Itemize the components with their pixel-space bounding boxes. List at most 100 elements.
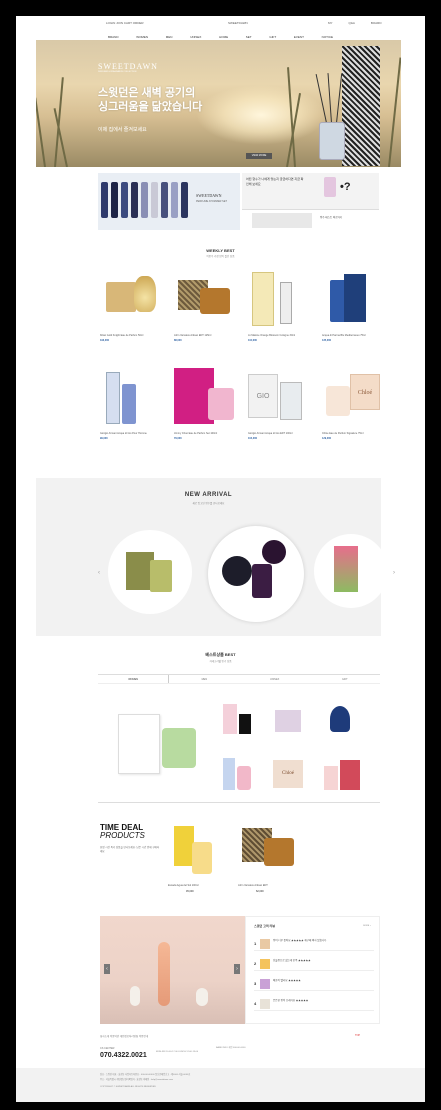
product-image[interactable] (174, 268, 244, 330)
best-pick-item[interactable]: Chloé (271, 756, 311, 792)
best-pick-item[interactable] (221, 756, 255, 792)
product-name[interactable]: Jo Malone Orange Blossom Cologne 30ml (248, 334, 318, 337)
product-card[interactable]: GIO Giorgio Armani Acqua di Gio EDT 100m… (248, 366, 318, 440)
new-arrival-item[interactable] (208, 526, 304, 622)
slide-prev-icon[interactable]: ‹ (104, 964, 110, 974)
review-more-link[interactable]: MORE + (363, 925, 371, 927)
product-name[interactable]: Giorgio Armani Acqua di Gio Pour Homme (100, 432, 170, 435)
hero-headline-line: 스윗던은 새벽 공기의 (98, 87, 196, 99)
product-name[interactable]: John Varvatos Artisan EDT 125ml (174, 334, 244, 337)
best-pick-feature-image[interactable] (116, 706, 196, 780)
product-image[interactable] (322, 268, 392, 330)
product-price: 193,000 (100, 339, 110, 343)
product-image[interactable] (174, 366, 244, 428)
footer-bank: BANK INFO 국민 000-00-0000 (216, 1047, 246, 1049)
promo-quiz-link[interactable]: 향수 테스트 바로가기 (320, 216, 342, 220)
product-card[interactable]: John Varvatos Artisan EDT 125ml 88,000 (174, 268, 244, 342)
utility-link[interactable]: MY (328, 21, 333, 25)
review-rank: 4 (254, 1001, 257, 1006)
review-thumb (260, 939, 270, 949)
tab-gift[interactable]: GIFT (310, 675, 380, 683)
product-image[interactable]: Chloé (322, 366, 392, 428)
back-to-top-link[interactable]: TOP (355, 1034, 360, 1037)
new-arrival-title: NEW ARRIVAL (184, 492, 233, 498)
section-title-best-pick: 베스트상품 BEST (205, 652, 236, 657)
time-deal-product-image[interactable] (168, 824, 228, 878)
time-deal-product-price: 62,000 (256, 890, 264, 893)
carousel-prev-icon[interactable]: ‹ (98, 570, 100, 576)
product-name[interactable]: Kilian Gold Knight Eau de Parfum 50ml (100, 334, 170, 337)
slide-next-icon[interactable]: › (234, 964, 240, 974)
product-image[interactable] (100, 268, 170, 330)
product-card[interactable]: Chloé Chloe Eau de Parfum Signature 75ml… (322, 366, 392, 440)
product-name[interactable]: Jimmy Choo Eau de Parfum Set 100ml (174, 432, 244, 435)
product-image[interactable] (248, 268, 318, 330)
utility-link[interactable]: Q&A (349, 21, 355, 25)
review-text[interactable]: 배송이 빨라요 ★★★★★ (273, 979, 368, 982)
hero-grass (388, 57, 401, 167)
footer-links[interactable]: 회사소개 이용약관 개인정보처리방침 이용안내 (100, 1034, 148, 1038)
tab-men[interactable]: MEN (169, 675, 239, 683)
new-arrival-section: NEW ARRIVAL 새로 입고된 향수를 만나보세요 ‹ › (36, 478, 395, 636)
review-thumb (260, 959, 270, 969)
hero-grass (36, 97, 46, 167)
section-sub-best-pick: 카테고리별 인기 상품 (209, 660, 232, 663)
review-text[interactable]: 은은한 향이 오래가요 ★★★★★ (273, 999, 368, 1002)
review-rank: 1 (254, 941, 257, 946)
product-card[interactable]: Giorgio Armani Acqua di Gio Pour Homme 9… (100, 366, 170, 440)
time-deal-product-image[interactable] (238, 824, 300, 878)
utility-link[interactable]: BOARD (371, 21, 382, 25)
product-image[interactable] (100, 366, 170, 428)
tab-unisex[interactable]: UNISEX (240, 675, 310, 683)
hero-banner[interactable]: SWEETDAWN DIFFUSER & FRAGRANCE COLLECTIO… (36, 40, 401, 167)
review-rank: 2 (254, 961, 257, 966)
product-card[interactable]: Jimmy Choo Eau de Parfum Set 100ml 79,00… (174, 366, 244, 440)
perfume-bottle-image (324, 177, 336, 197)
atomizer-vials-image (101, 182, 188, 218)
product-card[interactable]: Kilian Gold Knight Eau de Parfum 50ml 19… (100, 268, 170, 342)
new-arrival-item[interactable] (108, 530, 192, 614)
new-arrival-item[interactable] (314, 534, 388, 608)
review-list: 스윗던 고객 리뷰 MORE + 1 향이 너무 좋아요 ★★★★★ 재구매 의… (245, 916, 380, 1024)
best-pick-item[interactable] (221, 702, 255, 736)
time-deal-title: TIME DEAL PRODUCTS (100, 824, 145, 840)
review-row[interactable]: 2 선물용으로 샀는데 만족 ★★★★★ (254, 957, 374, 971)
time-deal-product-name[interactable]: Escada Agua del Sol 100ml (168, 884, 228, 887)
product-name[interactable]: Chloe Eau de Parfum Signature 75ml (322, 432, 392, 435)
review-row[interactable]: 3 배송이 빨라요 ★★★★★ (254, 977, 374, 991)
review-row[interactable]: 4 은은한 향이 오래가요 ★★★★★ (254, 997, 374, 1011)
product-price: 79,000 (174, 437, 182, 441)
section-divider (98, 802, 380, 803)
promo-banner-quiz[interactable]: 어떤 향수가 나에게 맞는지 궁금하다면 지금 확인해 보세요 •? 향수 테스… (242, 173, 379, 230)
product-price: 104,000 (248, 437, 258, 441)
review-text[interactable]: 선물용으로 샀는데 만족 ★★★★★ (273, 959, 368, 962)
product-price: 129,000 (322, 437, 332, 441)
hero-brand-sub: DIFFUSER & FRAGRANCE COLLECTION (98, 71, 137, 73)
product-name[interactable]: Acqua di Parma Blu Mediterraneo 75ml (322, 334, 392, 337)
promo-banner-atomizer[interactable]: SWEETDAWN PERFUME ATOMIZER SET (98, 173, 240, 230)
review-row[interactable]: 1 향이 너무 좋아요 ★★★★★ 재구매 의사 있습니다 (254, 937, 374, 951)
footer-hours: MON-FRI 10:00-17:00 LUNCH 12:00-13:00 (156, 1051, 199, 1053)
best-pick-item[interactable] (322, 756, 362, 792)
product-card[interactable]: Jo Malone Orange Blossom Cologne 30ml 11… (248, 268, 318, 342)
best-pick-item[interactable] (322, 702, 356, 736)
section-title-best: WEEKLY BEST (206, 248, 235, 253)
product-image[interactable]: GIO (248, 366, 318, 428)
product-card[interactable]: Acqua di Parma Blu Mediterraneo 75ml 135… (322, 268, 392, 342)
diffuser-stick (327, 73, 332, 124)
product-name[interactable]: Giorgio Armani Acqua di Gio EDT 100ml (248, 432, 318, 435)
new-arrival-sub: 새로 입고된 향수를 만나보세요 (192, 502, 225, 505)
tab-women[interactable]: WOMEN (98, 675, 170, 683)
time-deal-product-name[interactable]: John Varvatos Artisan EDT (238, 884, 310, 887)
hero-subtext: 이제 집에서 즐겨보세요 (98, 127, 147, 133)
section-sub-best: 이번주 가장 많이 팔린 상품 (206, 255, 235, 258)
account-links[interactable]: LOGIN JOIN CART ORDER (106, 21, 144, 25)
carousel-next-icon[interactable]: › (393, 570, 395, 576)
product-price: 88,000 (174, 339, 182, 343)
promo-sub: PERFUME ATOMIZER SET (196, 200, 228, 203)
product-price: 110,000 (248, 339, 257, 343)
site-logo[interactable]: SWEETDAWN (228, 21, 248, 25)
review-text[interactable]: 향이 너무 좋아요 ★★★★★ 재구매 의사 있습니다 (273, 939, 368, 942)
best-pick-item[interactable] (271, 702, 305, 736)
hero-view-more-button[interactable]: VIEW MORE (246, 153, 272, 159)
